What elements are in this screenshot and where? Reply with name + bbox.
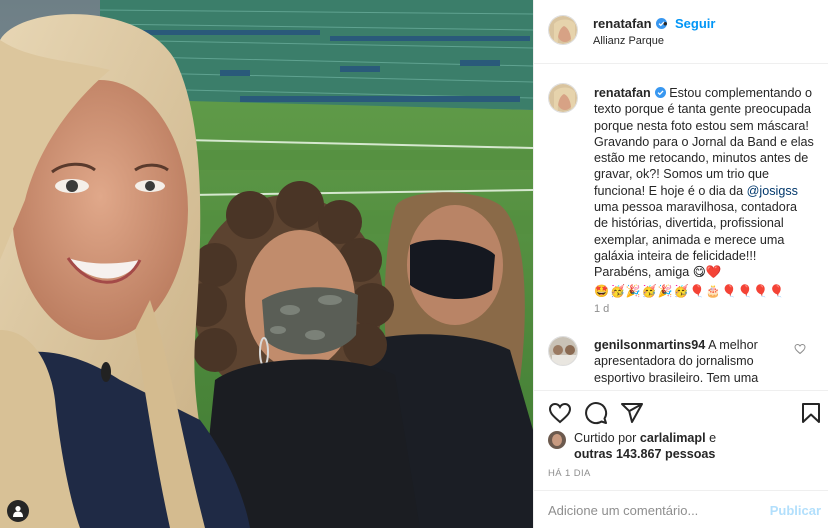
comment-input[interactable] <box>548 499 758 521</box>
separator-dot: • <box>663 16 668 31</box>
post-date[interactable]: HÁ 1 DIA <box>548 468 591 479</box>
avatar[interactable] <box>548 336 578 366</box>
post-image <box>0 0 533 528</box>
publish-button[interactable]: Publicar <box>770 503 821 518</box>
caption-username[interactable]: renatafan <box>594 86 651 100</box>
bookmark-icon[interactable] <box>799 401 823 425</box>
caption-mention[interactable]: @josigss <box>747 184 798 198</box>
likes-prefix: Curtido por <box>574 431 640 445</box>
avatar[interactable] <box>548 83 578 113</box>
add-comment-bar: Publicar <box>534 490 828 528</box>
verified-icon <box>654 87 666 98</box>
action-bar <box>534 390 828 435</box>
header-username[interactable]: renatafan <box>593 16 667 31</box>
post-caption: renatafan Estou complementando o texto p… <box>594 85 814 299</box>
heart-icon[interactable] <box>548 401 572 425</box>
post-photo[interactable] <box>0 0 533 528</box>
likes-user[interactable]: carlalimapl <box>640 431 706 445</box>
follow-button[interactable]: Seguir <box>675 16 715 31</box>
caption-text-before: Estou complementando o texto porque é ta… <box>594 86 814 198</box>
likes-others[interactable]: outras 143.867 pessoas <box>574 447 715 461</box>
caption-time[interactable]: 1 d <box>594 303 609 315</box>
likes-text: Curtido por carlalimapl e outras 143.867… <box>574 430 819 462</box>
caption-text-after: uma pessoa maravilhosa, contadora de his… <box>594 200 798 280</box>
caption-emoji-line: 🤩🥳🎉🥳🎉🥳🎈🎂🎈🎈🎈🎈 <box>594 283 786 298</box>
avatar[interactable] <box>548 431 566 449</box>
like-comment-heart-icon[interactable] <box>794 343 806 355</box>
post-side-panel: renatafan • Seguir Allianz Parque renata… <box>533 0 828 528</box>
location-link[interactable]: Allianz Parque <box>593 35 664 47</box>
avatar[interactable] <box>548 15 578 45</box>
comment-item: genilsonmartins94 A melhor apresentadora… <box>594 337 794 386</box>
share-icon[interactable] <box>620 401 644 425</box>
comment-username[interactable]: genilsonmartins94 <box>594 338 705 352</box>
comment-icon[interactable] <box>584 401 608 425</box>
user-icon <box>13 506 23 517</box>
likes-middle: e <box>705 431 717 445</box>
comments-list[interactable]: renatafan Estou complementando o texto p… <box>534 65 828 390</box>
post-header: renatafan • Seguir Allianz Parque <box>534 0 828 64</box>
user-tags-button[interactable] <box>7 500 29 522</box>
